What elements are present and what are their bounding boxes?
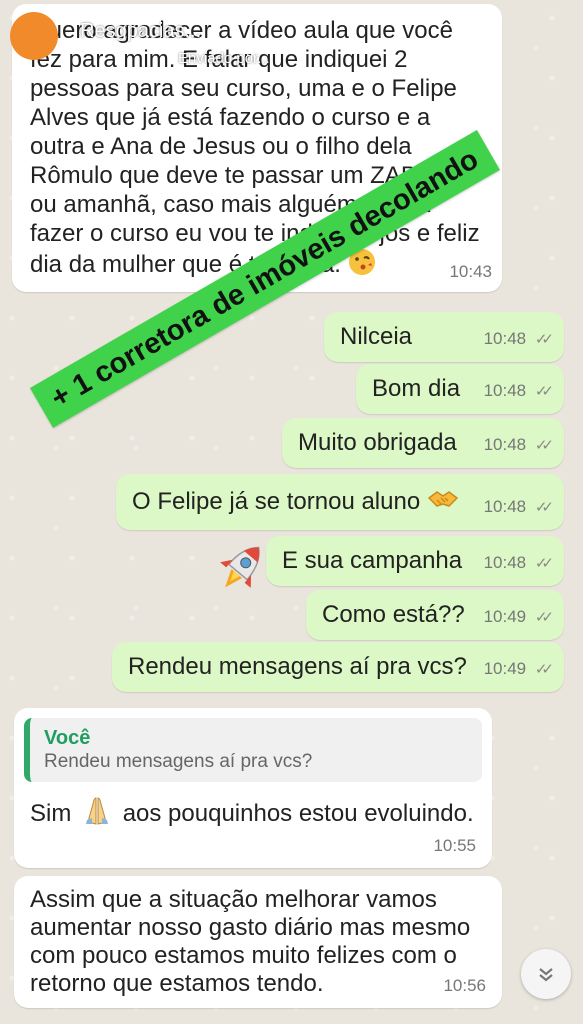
message-incoming[interactable]: Quero agradecer a vídeo aula que você fe… [12, 4, 502, 292]
message-meta: 10:48 ✓✓ [483, 376, 554, 406]
message-incoming-reply[interactable]: Você Rendeu mensagens aí pra vcs? Sim ao… [14, 708, 492, 868]
double-check-icon: ✓✓ [534, 383, 554, 400]
message-meta: 10:48 ✓✓ [483, 548, 554, 578]
message-outgoing[interactable]: Bom dia 10:48 ✓✓ [356, 364, 564, 414]
scroll-to-bottom-button[interactable] [521, 949, 571, 999]
message-time: 10:48 [483, 329, 527, 348]
message-time: 10:43 [449, 262, 492, 281]
message-time: 10:48 [483, 553, 527, 572]
reply-body: Sim aos pouquinhos estou evoluindo. [24, 782, 482, 833]
quoted-author: Você [44, 727, 91, 749]
message-time: 10:48 [483, 381, 527, 400]
message-time: 10:49 [483, 607, 527, 626]
message-outgoing[interactable]: Rendeu mensagens aí pra vcs? 10:49 ✓✓ [112, 642, 564, 692]
message-outgoing[interactable]: Como está?? 10:49 ✓✓ [306, 590, 564, 640]
message-time: 10:56 [443, 976, 486, 995]
message-meta: 10:49 ✓✓ [483, 602, 554, 632]
message-text-cont: aos pouquinhos estou evoluindo. [122, 799, 474, 827]
message-text: Assim que a situação melhorar vamos aume… [30, 886, 471, 997]
message-text: Muito obrigada [298, 429, 457, 456]
message-time: 10:48 [483, 435, 527, 454]
message-outgoing[interactable]: O Felipe já se tornou aluno 10:48 ✓✓ [116, 474, 564, 530]
message-meta: 10:48 ✓✓ [483, 324, 554, 354]
message-outgoing[interactable]: Muito obrigada 10:48 ✓✓ [282, 418, 564, 468]
message-text: E sua campanha [282, 547, 463, 574]
message-time: 10:49 [483, 659, 527, 678]
message-time: 10:55 [433, 836, 476, 855]
story-avatar[interactable] [10, 12, 58, 60]
message-meta: 10:48 ✓✓ [483, 430, 554, 460]
message-incoming[interactable]: Assim que a situação melhorar vamos aume… [14, 876, 502, 1008]
message-text: Bom dia [372, 375, 461, 402]
message-text: Rendeu mensagens aí pra vcs? [128, 653, 467, 680]
scroll-down-icon [539, 968, 553, 982]
message-text: O Felipe já se tornou aluno [132, 487, 421, 515]
story-overlay-title: Resgpacias... [80, 20, 202, 42]
rocket-emoji [198, 536, 278, 608]
quoted-message[interactable]: Você Rendeu mensagens aí pra vcs? [24, 718, 482, 782]
praying-hands-emoji [84, 796, 110, 833]
double-check-icon: ✓✓ [534, 331, 554, 348]
double-check-icon: ✓✓ [534, 555, 554, 572]
double-check-icon: ✓✓ [534, 437, 554, 454]
message-text: Nilceia [340, 323, 413, 350]
message-text: Sim [30, 799, 72, 827]
handshake-emoji [427, 486, 459, 519]
message-time: 10:48 [483, 497, 527, 516]
message-outgoing[interactable]: Nilceia 10:48 ✓✓ [324, 312, 564, 362]
quoted-text: Rendeu mensagens aí pra vcs? [44, 751, 313, 772]
message-text: Como está?? [322, 601, 465, 628]
double-check-icon: ✓✓ [534, 609, 554, 626]
message-meta: 10:48 ✓✓ [483, 492, 554, 522]
double-check-icon: ✓✓ [534, 499, 554, 516]
message-meta: 10:49 ✓✓ [483, 654, 554, 684]
story-overlay-subtitle: Enviado por... [178, 50, 270, 67]
double-check-icon: ✓✓ [534, 661, 554, 678]
message-outgoing[interactable]: E sua campanha 10:48 ✓✓ [266, 536, 564, 586]
